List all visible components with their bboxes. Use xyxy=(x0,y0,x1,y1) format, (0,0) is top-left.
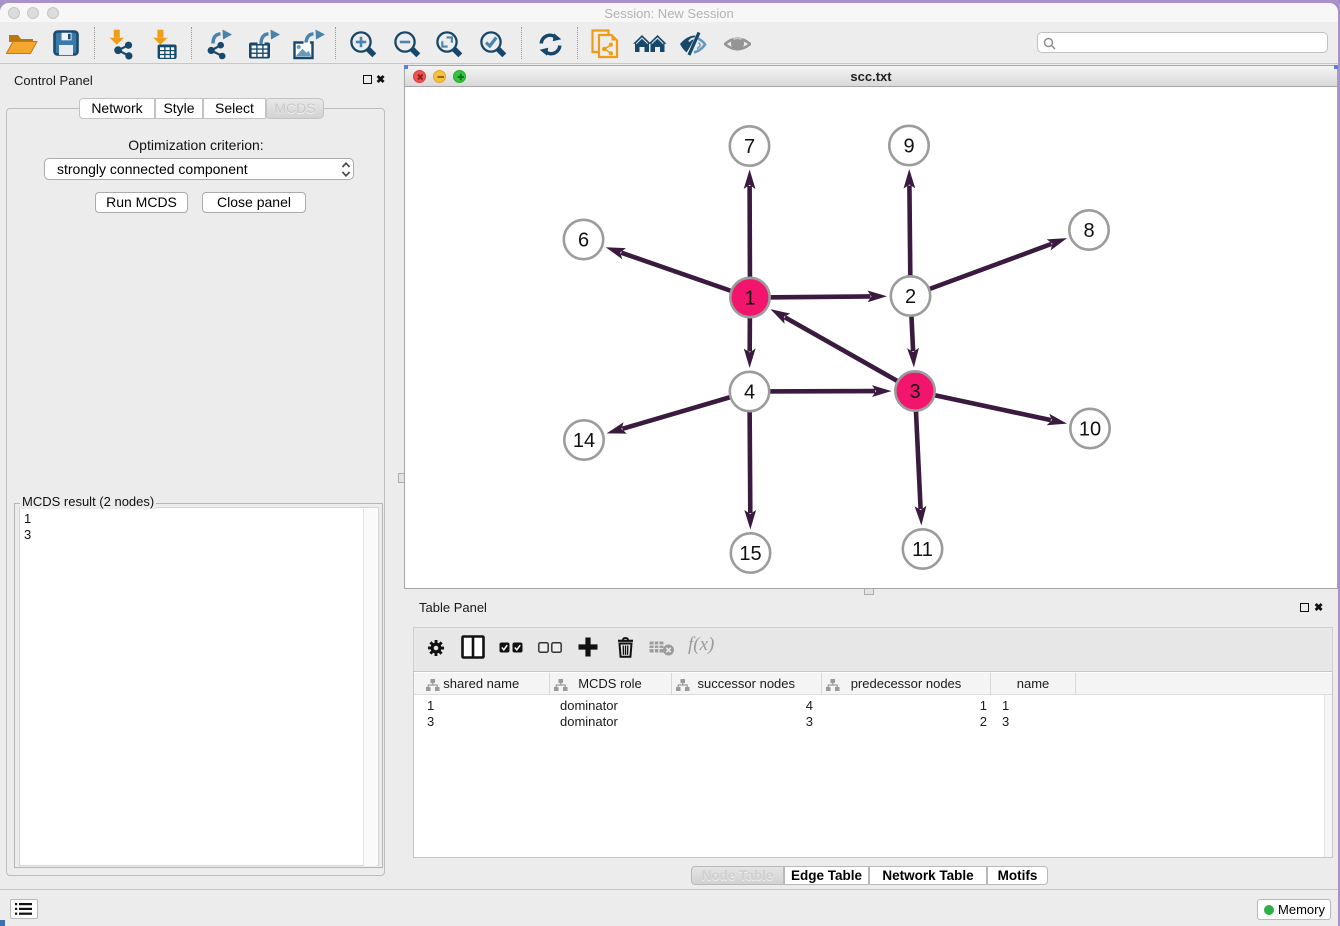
svg-text:1: 1 xyxy=(744,288,755,310)
svg-text:11: 11 xyxy=(912,539,933,561)
svg-text:4: 4 xyxy=(744,382,755,404)
svg-text:2: 2 xyxy=(905,286,916,308)
svg-text:15: 15 xyxy=(739,543,761,565)
svg-text:14: 14 xyxy=(573,430,595,452)
svg-text:8: 8 xyxy=(1083,220,1094,242)
svg-text:6: 6 xyxy=(578,230,589,252)
svg-text:7: 7 xyxy=(744,136,755,158)
svg-text:3: 3 xyxy=(909,381,920,403)
svg-text:10: 10 xyxy=(1079,419,1101,441)
svg-text:9: 9 xyxy=(903,136,914,158)
